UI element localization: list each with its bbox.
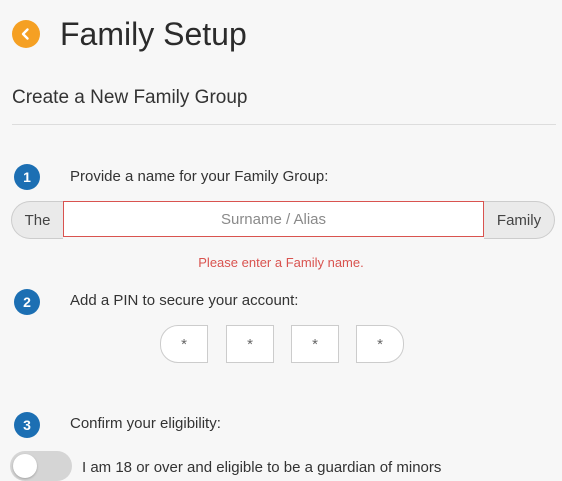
- arrow-left-icon: [21, 28, 29, 40]
- name-suffix-addon: Family: [484, 201, 555, 239]
- eligibility-toggle[interactable]: [10, 451, 72, 481]
- pin-digit-2[interactable]: [226, 325, 274, 363]
- name-prefix-addon: The: [11, 201, 63, 239]
- page-title: Family Setup: [60, 16, 247, 52]
- pin-input-group: [160, 325, 406, 363]
- eligibility-label: I am 18 or over and eligible to be a gua…: [82, 459, 442, 476]
- family-name-error: Please enter a Family name.: [198, 255, 364, 270]
- page-header: Family Setup: [12, 16, 247, 52]
- family-setup-page: Family Setup Create a New Family Group 1…: [0, 0, 562, 481]
- step-2-badge: 2: [14, 289, 40, 315]
- step-3-badge: 3: [14, 412, 40, 438]
- family-name-input-group: The Family: [11, 201, 555, 239]
- pin-digit-3[interactable]: [291, 325, 339, 363]
- toggle-knob: [13, 454, 37, 478]
- family-name-input[interactable]: [63, 201, 484, 237]
- pin-digit-4[interactable]: [356, 325, 404, 363]
- divider: [12, 124, 556, 125]
- step-1-label: Provide a name for your Family Group:: [70, 168, 329, 185]
- step-2-label: Add a PIN to secure your account:: [70, 292, 299, 309]
- step-3-label: Confirm your eligibility:: [70, 415, 221, 432]
- back-button[interactable]: [12, 20, 40, 48]
- section-subtitle: Create a New Family Group: [12, 87, 248, 108]
- pin-digit-1[interactable]: [160, 325, 208, 363]
- step-1-badge: 1: [14, 164, 40, 190]
